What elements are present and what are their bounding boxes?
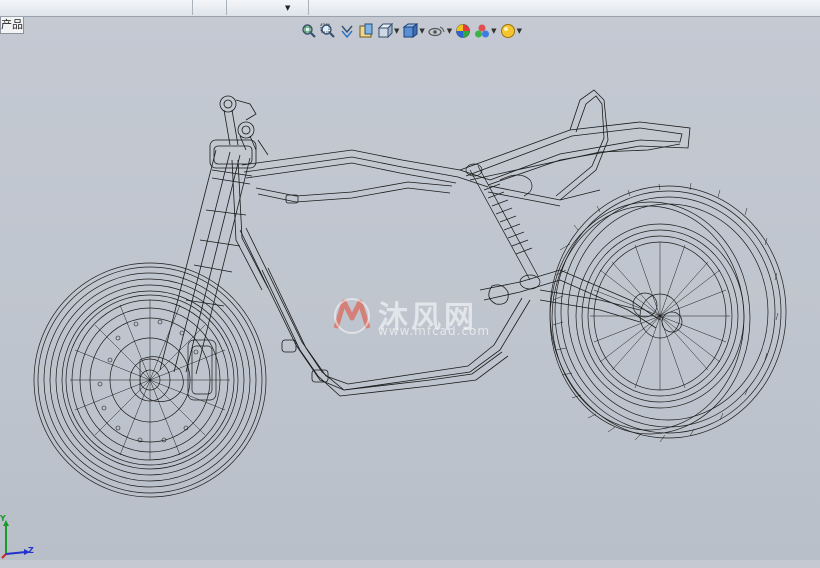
frame [231,89,691,397]
command-ribbon: ▼ [0,0,820,17]
rear-shock [465,163,541,290]
motorcycle-wireframe-model[interactable] [0,34,820,560]
ribbon-separator [226,0,227,15]
graphics-area[interactable]: 沐风网 www.mfcad.com Y Z [0,34,820,560]
rear-wheel [549,182,787,443]
front-wheel [33,262,267,498]
reference-triad: Y Z [0,514,40,564]
axis-triad-icon [1,520,30,559]
feature-tree-tab[interactable]: 产品 [0,17,24,34]
triad-y-label: Y [0,514,6,523]
ribbon-dropdown-caret[interactable]: ▼ [285,4,290,12]
ribbon-separator [192,0,193,15]
ribbon-separator [308,0,309,15]
triad-z-label: Z [28,546,34,555]
